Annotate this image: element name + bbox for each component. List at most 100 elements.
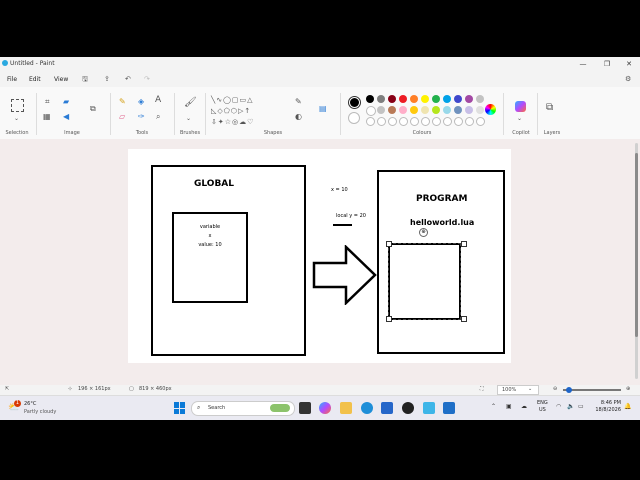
zoom-out-icon[interactable]: ⊖ — [553, 386, 557, 392]
secondary-color-swatch[interactable] — [348, 112, 360, 124]
magnifier-icon[interactable]: ⌕ — [156, 112, 160, 121]
menu-file[interactable]: File — [7, 76, 17, 83]
shapes-row-1[interactable]: ╲∿◯▢▭△ — [211, 95, 289, 106]
color-swatch[interactable] — [421, 117, 430, 126]
color-swatch[interactable] — [399, 95, 407, 103]
fit-screen-icon[interactable]: ⛶ — [480, 386, 484, 392]
color-swatch[interactable] — [454, 95, 462, 103]
select-all-icon[interactable]: ▦ — [43, 112, 51, 121]
store-icon[interactable] — [381, 402, 393, 414]
restore-icon[interactable]: ❐ — [596, 58, 618, 70]
color-swatch[interactable] — [377, 106, 385, 114]
chevron-down-icon[interactable]: ⌄ — [14, 114, 19, 123]
menu-view[interactable]: View — [54, 76, 68, 83]
file-explorer-icon[interactable] — [340, 402, 352, 414]
resize-handle[interactable] — [461, 241, 467, 247]
undo-icon[interactable]: ↶ — [125, 75, 131, 83]
color-swatch[interactable] — [465, 95, 473, 103]
color-swatch[interactable] — [366, 106, 376, 116]
edge-icon[interactable] — [361, 402, 373, 414]
color-swatch[interactable] — [476, 95, 484, 103]
search-box[interactable]: ⌕ Search — [191, 401, 295, 416]
chevron-down-icon[interactable]: ⌄ — [186, 114, 191, 123]
outline-icon[interactable]: ✎ — [295, 97, 302, 106]
battery-icon[interactable]: ▭ — [578, 403, 584, 410]
color-swatch[interactable] — [443, 95, 451, 103]
task-view-icon[interactable] — [299, 402, 311, 414]
color-picker-icon[interactable]: ✑ — [138, 112, 145, 121]
color-swatch[interactable] — [410, 95, 418, 103]
image-icon[interactable]: ⧉ — [90, 104, 96, 113]
color-swatch[interactable] — [454, 106, 462, 114]
language-top[interactable]: ENG — [537, 400, 548, 406]
zoom-in-icon[interactable]: ⊕ — [626, 386, 630, 392]
vscode-icon[interactable] — [443, 402, 455, 414]
menu-edit[interactable]: Edit — [29, 76, 41, 83]
fill-shape-icon[interactable]: ◐ — [295, 112, 302, 121]
color-swatch[interactable] — [421, 95, 429, 103]
color-swatch[interactable] — [432, 106, 440, 114]
selection-tool-icon[interactable] — [11, 99, 24, 112]
notifications-icon[interactable]: 🔔 — [624, 403, 631, 410]
shapes-gallery[interactable]: ╲∿◯▢▭△ ◺◇⬠⬡▷↑ ⇩✦☆◎☁♡ — [211, 95, 289, 129]
color-swatch[interactable] — [366, 95, 374, 103]
cloud-icon[interactable]: ☁ — [521, 403, 527, 410]
color-swatch[interactable] — [366, 117, 375, 126]
color-swatch[interactable] — [377, 117, 386, 126]
start-icon[interactable] — [174, 402, 186, 414]
obs-icon[interactable] — [402, 402, 414, 414]
brush-icon[interactable]: 🖌 — [184, 98, 197, 108]
color-swatch[interactable] — [432, 117, 441, 126]
vertical-scrollbar[interactable] — [635, 143, 638, 379]
pencil-icon[interactable]: ✎ — [119, 97, 126, 106]
copilot-taskbar-icon[interactable] — [319, 402, 331, 414]
chevron-up-icon[interactable]: ⌃ — [491, 403, 496, 410]
resize-icon[interactable]: ▰ — [63, 97, 69, 106]
language-bottom[interactable]: US — [539, 407, 546, 413]
color-swatch[interactable] — [443, 117, 452, 126]
paint-taskbar-icon[interactable] — [423, 402, 435, 414]
text-icon[interactable]: A — [155, 96, 161, 105]
volume-icon[interactable]: 🔈 — [567, 403, 574, 410]
rotate-icon[interactable]: ◀ — [63, 112, 69, 121]
crop-icon[interactable]: ⌗ — [45, 97, 50, 106]
color-swatch[interactable] — [388, 117, 397, 126]
color-swatch[interactable] — [465, 117, 474, 126]
drawing-canvas[interactable]: GLOBAL variable x value: 10 x = 10 local… — [128, 149, 511, 363]
color-swatch[interactable] — [443, 106, 451, 114]
zoom-select[interactable]: 100% ⌄ — [497, 385, 539, 395]
redo-icon[interactable]: ↷ — [144, 75, 150, 83]
color-swatch[interactable] — [432, 95, 440, 103]
copilot-icon[interactable] — [515, 101, 526, 112]
share-icon[interactable]: ⇪ — [104, 75, 110, 83]
color-swatch[interactable] — [377, 95, 385, 103]
color-swatch[interactable] — [399, 106, 407, 114]
color-swatch[interactable] — [388, 106, 396, 114]
scrollbar-thumb[interactable] — [635, 153, 638, 337]
phone-link-icon[interactable]: ▣ — [506, 403, 512, 410]
close-icon[interactable]: ✕ — [618, 58, 640, 70]
gear-icon[interactable]: ⚙ — [625, 75, 631, 83]
chevron-down-icon[interactable]: ⌄ — [517, 114, 522, 123]
color-swatch[interactable] — [476, 117, 485, 126]
resize-handle[interactable] — [461, 316, 467, 322]
color-swatch[interactable] — [388, 95, 396, 103]
fill-icon[interactable]: ◈ — [138, 97, 144, 106]
color-swatch[interactable] — [476, 106, 484, 114]
save-icon[interactable]: 🖫 — [82, 75, 88, 86]
wifi-icon[interactable]: ◠ — [556, 403, 561, 410]
color-swatch[interactable] — [410, 106, 418, 114]
selected-rectangle[interactable] — [386, 241, 467, 322]
eraser-icon[interactable]: ▱ — [119, 112, 125, 121]
shapes-row-2[interactable]: ◺◇⬠⬡▷↑ — [211, 106, 289, 117]
shapes-row-3[interactable]: ⇩✦☆◎☁♡ — [211, 117, 289, 128]
clock-time[interactable]: 8:46 PM — [597, 400, 621, 406]
color-swatch[interactable] — [454, 117, 463, 126]
color-swatch[interactable] — [465, 106, 473, 114]
minimize-icon[interactable]: — — [572, 58, 594, 70]
primary-color-swatch[interactable] — [348, 96, 361, 109]
clock-date[interactable]: 18/8/2026 — [592, 407, 621, 413]
edit-colors-icon[interactable] — [485, 104, 496, 115]
shape-style-icon[interactable]: ▤ — [319, 104, 327, 113]
zoom-slider-thumb[interactable] — [566, 387, 572, 393]
